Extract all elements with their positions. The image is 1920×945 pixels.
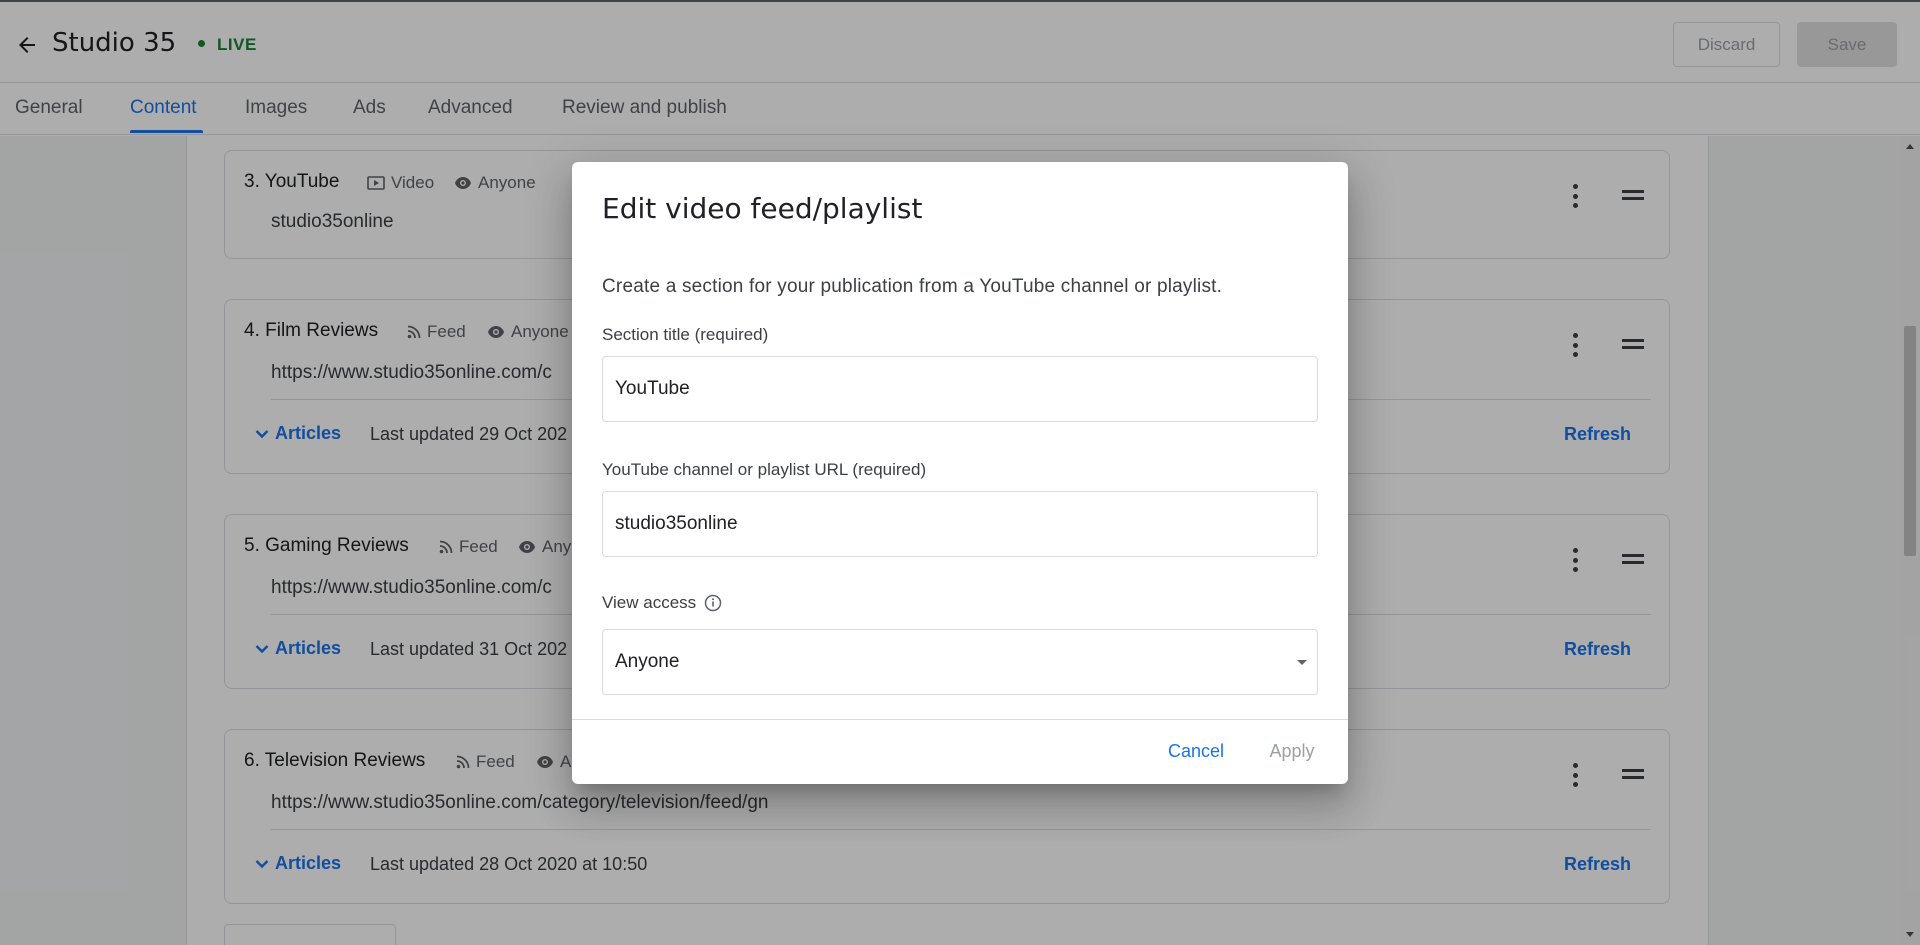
url-label: YouTube channel or playlist URL (require… (602, 460, 927, 479)
dialog-footer-divider (572, 719, 1348, 720)
view-access-label-row: View access (602, 593, 722, 613)
dropdown-caret-icon (1297, 660, 1307, 665)
info-icon[interactable] (704, 594, 722, 612)
youtube-url-input[interactable] (602, 491, 1318, 557)
section-title-input[interactable] (602, 356, 1318, 422)
edit-video-feed-dialog: Edit video feed/playlist Create a sectio… (572, 162, 1348, 784)
view-access-label: View access (602, 593, 697, 612)
apply-button[interactable]: Apply (1252, 731, 1332, 771)
section-title-label: Section title (required) (602, 325, 769, 344)
cancel-button[interactable]: Cancel (1156, 731, 1236, 771)
dialog-description: Create a section for your publication fr… (602, 276, 1223, 297)
view-access-value: Anyone (615, 651, 680, 672)
view-access-select[interactable]: Anyone (602, 629, 1318, 695)
dialog-title: Edit video feed/playlist (602, 192, 923, 225)
